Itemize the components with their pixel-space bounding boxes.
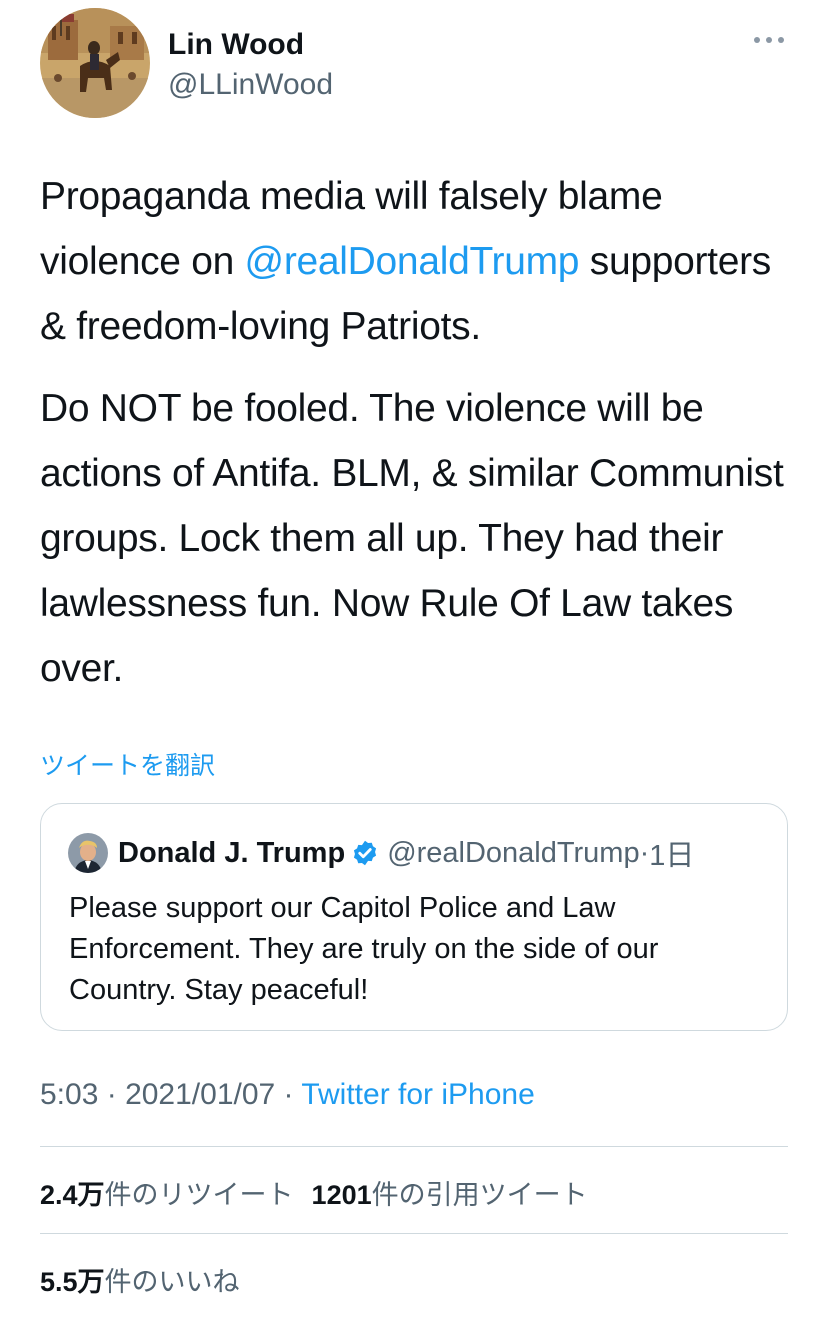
likes-label: 件のいいね (104, 1267, 240, 1297)
quoted-author-handle: @realDonaldTrump (387, 836, 640, 869)
more-horizontal-icon[interactable] (754, 32, 784, 48)
quote-tweets-label: 件の引用ツイート (371, 1180, 588, 1210)
avatar-portrait-image (68, 833, 108, 873)
separator-dot: · (275, 1078, 302, 1111)
quoted-tweet-header: Donald J. Trump @realDonaldTrump · 1日 (68, 832, 694, 874)
quoted-author-avatar[interactable] (68, 833, 108, 873)
tweet-paragraph-2: Do NOT be fooled. The violence will be a… (40, 387, 784, 690)
separator-dot: · (98, 1078, 126, 1111)
likes-stat[interactable]: 5.5万件のいいね (40, 1267, 240, 1297)
divider (40, 1233, 788, 1234)
likes-stats-row: 5.5万件のいいね (40, 1260, 240, 1299)
quoted-author-name: Donald J. Trump (118, 836, 346, 869)
quoted-tweet-text: Please support our Capitol Police and La… (69, 892, 659, 1006)
tweet-text: Propaganda media will falsely blame viol… (40, 164, 800, 718)
quoted-tweet-time: 1日 (649, 840, 695, 872)
tweet-date: 2021/01/07 (125, 1078, 276, 1111)
quote-tweets-count: 1201 (311, 1180, 372, 1210)
quoted-tweet-card[interactable]: Donald J. Trump @realDonaldTrump · 1日 Pl… (40, 803, 788, 1031)
author-name[interactable]: Lin Wood (168, 28, 304, 62)
tweet-time: 5:03 (40, 1078, 99, 1111)
tweet-metadata: 5:03 · 2021/01/07 · Twitter for iPhone (40, 1078, 535, 1112)
retweets-stat[interactable]: 2.4万件のリツイート (40, 1180, 294, 1210)
verified-badge-icon (354, 840, 377, 866)
mention-link[interactable]: @realDonaldTrump (245, 240, 580, 283)
likes-count: 5.5万 (40, 1267, 105, 1297)
separator-dot: · (639, 836, 650, 869)
tweet-source-link[interactable]: Twitter for iPhone (301, 1078, 534, 1111)
retweets-count: 2.4万 (40, 1180, 105, 1210)
author-handle[interactable]: @LLinWood (168, 68, 333, 102)
retweets-label: 件のリツイート (104, 1180, 294, 1210)
engagement-stats-row: 2.4万件のリツイート 1201件の引用ツイート (40, 1173, 588, 1212)
divider (40, 1146, 788, 1147)
translate-tweet-link[interactable]: ツイートを翻訳 (40, 746, 215, 782)
tweet-header: Lin Wood @LLinWood (40, 8, 788, 120)
avatar-painting-image (40, 8, 150, 118)
quote-tweets-stat[interactable]: 1201件の引用ツイート (312, 1180, 588, 1210)
tweet-paragraph-1: Propaganda media will falsely blame viol… (40, 164, 800, 359)
author-avatar[interactable] (40, 8, 150, 118)
